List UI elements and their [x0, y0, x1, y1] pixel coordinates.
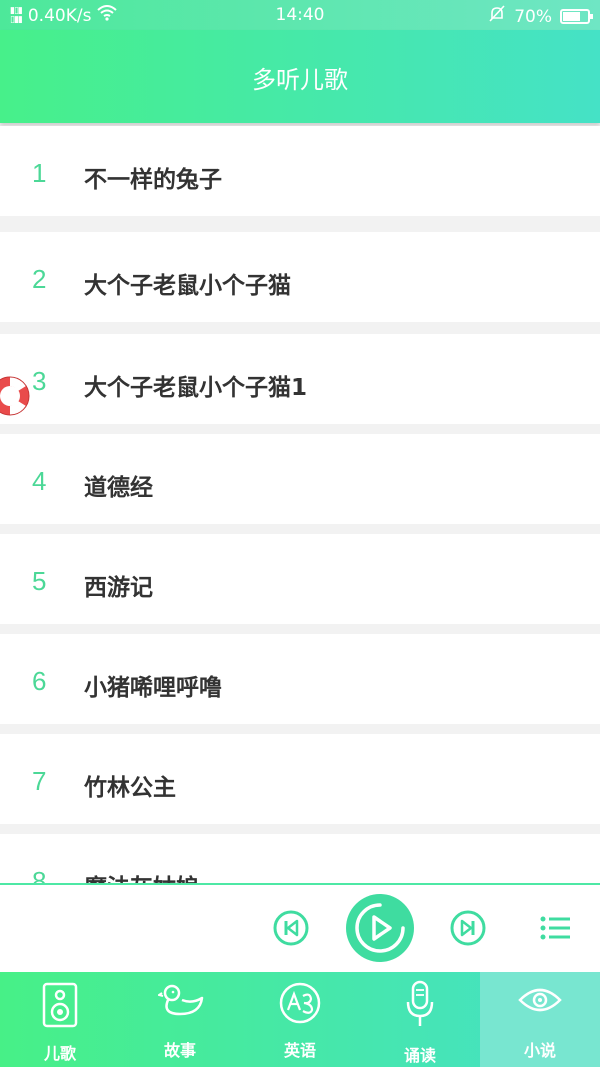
- status-right: 70%: [488, 5, 593, 28]
- song-number: 4: [32, 466, 47, 496]
- song-title: 道德经: [84, 475, 153, 501]
- battery-icon: [560, 9, 593, 24]
- playlist-button[interactable]: [540, 915, 572, 945]
- list-item[interactable]: 1 不一样的兔子: [0, 126, 600, 216]
- list-item[interactable]: 6 小猪唏哩呼噜: [0, 634, 600, 724]
- tab-english[interactable]: 英语: [240, 972, 360, 1067]
- song-number: 7: [32, 766, 47, 796]
- list-item[interactable]: 8 魔法灰姑娘: [0, 834, 600, 883]
- song-number: 6: [32, 666, 47, 696]
- list-item[interactable]: 4 道德经: [0, 434, 600, 524]
- song-number: 2: [32, 264, 47, 294]
- play-button[interactable]: [345, 893, 415, 967]
- tab-novels[interactable]: 小说: [480, 972, 600, 1067]
- tab-label: 儿歌: [43, 1044, 76, 1063]
- eye-icon: [518, 988, 562, 1012]
- tab-songs[interactable]: 儿歌: [0, 972, 120, 1067]
- song-title: 西游记: [84, 575, 153, 601]
- player-bar: [0, 883, 600, 972]
- song-title: 大个子老鼠小个子猫1: [84, 375, 308, 401]
- list-item[interactable]: 3 大个子老鼠小个子猫1: [0, 334, 600, 424]
- floating-lifebuoy-icon[interactable]: [0, 367, 36, 425]
- status-bar: ▮▯▮ ▯▮▮ 0.40K/s 14:40 70%: [0, 0, 600, 30]
- prev-icon: [273, 910, 309, 946]
- song-list[interactable]: 1 不一样的兔子 2 大个子老鼠小个子猫 3 大个子老鼠小个子猫1 4 道德经 …: [0, 126, 600, 883]
- speaker-icon: [42, 982, 78, 1028]
- tab-label: 小说: [523, 1041, 556, 1060]
- next-button[interactable]: [450, 910, 486, 950]
- playlist-icon: [540, 916, 570, 940]
- list-item[interactable]: 2 大个子老鼠小个子猫: [0, 232, 600, 322]
- song-title: 竹林公主: [84, 775, 176, 801]
- song-title: 小猪唏哩呼噜: [84, 675, 222, 701]
- list-item[interactable]: 7 竹林公主: [0, 734, 600, 824]
- tab-recite[interactable]: 诵读: [360, 972, 480, 1067]
- next-icon: [450, 910, 486, 946]
- page-title: 多听儿歌: [252, 66, 348, 94]
- song-title: 不一样的兔子: [84, 167, 222, 193]
- app-header: 多听儿歌: [0, 30, 600, 123]
- tab-label: 诵读: [403, 1046, 436, 1065]
- tab-label: 故事: [163, 1041, 196, 1060]
- song-number: 1: [32, 158, 47, 188]
- tab-stories[interactable]: 故事: [120, 972, 240, 1067]
- duck-icon: [158, 984, 204, 1016]
- mute-bell-icon: [488, 5, 506, 28]
- abc-icon: [279, 982, 321, 1024]
- play-icon: [346, 894, 414, 962]
- song-title: 大个子老鼠小个子猫: [84, 273, 291, 299]
- tab-label: 英语: [283, 1041, 316, 1060]
- song-number: 8: [32, 866, 47, 883]
- song-title: 魔法灰姑娘: [84, 868, 199, 883]
- list-item[interactable]: 5 西游记: [0, 534, 600, 624]
- prev-button[interactable]: [273, 910, 309, 950]
- battery-percent: 70%: [514, 6, 552, 27]
- bottom-tab-bar: 儿歌 故事 英语 诵读 小说: [0, 972, 600, 1067]
- song-number: 5: [32, 566, 47, 596]
- microphone-icon: [406, 980, 434, 1026]
